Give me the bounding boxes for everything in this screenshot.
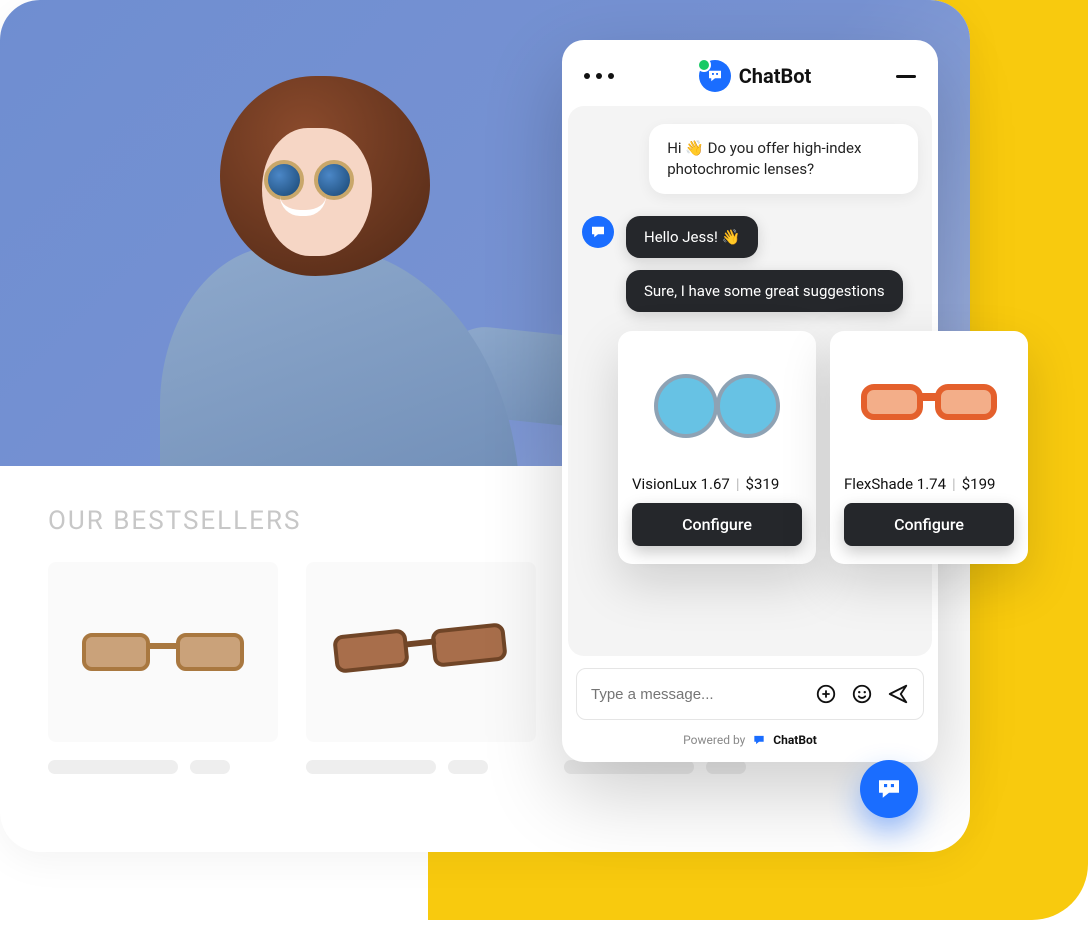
chat-header: ChatBot bbox=[562, 40, 938, 106]
suggestion-name-price: VisionLux 1.67|$319 bbox=[632, 475, 802, 493]
suggestion-image bbox=[632, 345, 802, 463]
bot-message: Hello Jess! 👋 bbox=[626, 216, 758, 258]
suggestion-card: FlexShade 1.74|$199 Configure bbox=[830, 331, 1028, 564]
product-suggestions: VisionLux 1.67|$319 Configure FlexShade … bbox=[618, 331, 1042, 564]
chat-body: Hi 👋 Do you offer high-index photochromi… bbox=[568, 106, 932, 656]
chatbot-mini-icon bbox=[751, 732, 767, 748]
product-card[interactable] bbox=[306, 562, 536, 774]
hero-model-image bbox=[120, 36, 550, 466]
suggestion-image bbox=[844, 345, 1014, 463]
product-image bbox=[306, 562, 536, 742]
suggestion-card: VisionLux 1.67|$319 Configure bbox=[618, 331, 816, 564]
skeleton-row bbox=[564, 760, 794, 774]
menu-dots-icon[interactable] bbox=[584, 73, 614, 79]
emoji-icon[interactable] bbox=[851, 683, 873, 705]
send-icon[interactable] bbox=[887, 683, 909, 705]
add-icon[interactable] bbox=[815, 683, 837, 705]
bot-message: Sure, I have some great suggestions bbox=[626, 270, 903, 312]
bot-avatar-icon bbox=[582, 216, 614, 248]
user-message: Hi 👋 Do you offer high-index photochromi… bbox=[649, 124, 918, 194]
chat-brand: ChatBot bbox=[699, 60, 812, 92]
configure-button[interactable]: Configure bbox=[844, 503, 1014, 546]
skeleton-row bbox=[48, 760, 278, 774]
chat-input-bar bbox=[576, 668, 924, 720]
suggestion-name-price: FlexShade 1.74|$199 bbox=[844, 475, 1014, 493]
chat-widget: ChatBot Hi 👋 Do you offer high-index pho… bbox=[562, 40, 938, 762]
configure-button[interactable]: Configure bbox=[632, 503, 802, 546]
chat-launcher-button[interactable] bbox=[860, 760, 918, 818]
skeleton-row bbox=[306, 760, 536, 774]
message-input[interactable] bbox=[591, 686, 801, 703]
bot-row: Hello Jess! 👋 Sure, I have some great su… bbox=[582, 216, 918, 312]
product-card[interactable] bbox=[48, 562, 278, 774]
powered-by: Powered by ChatBot bbox=[562, 726, 938, 762]
minimize-icon[interactable] bbox=[896, 75, 916, 78]
chatbot-logo-icon bbox=[699, 60, 731, 92]
chat-brand-label: ChatBot bbox=[739, 64, 812, 88]
product-image bbox=[48, 562, 278, 742]
